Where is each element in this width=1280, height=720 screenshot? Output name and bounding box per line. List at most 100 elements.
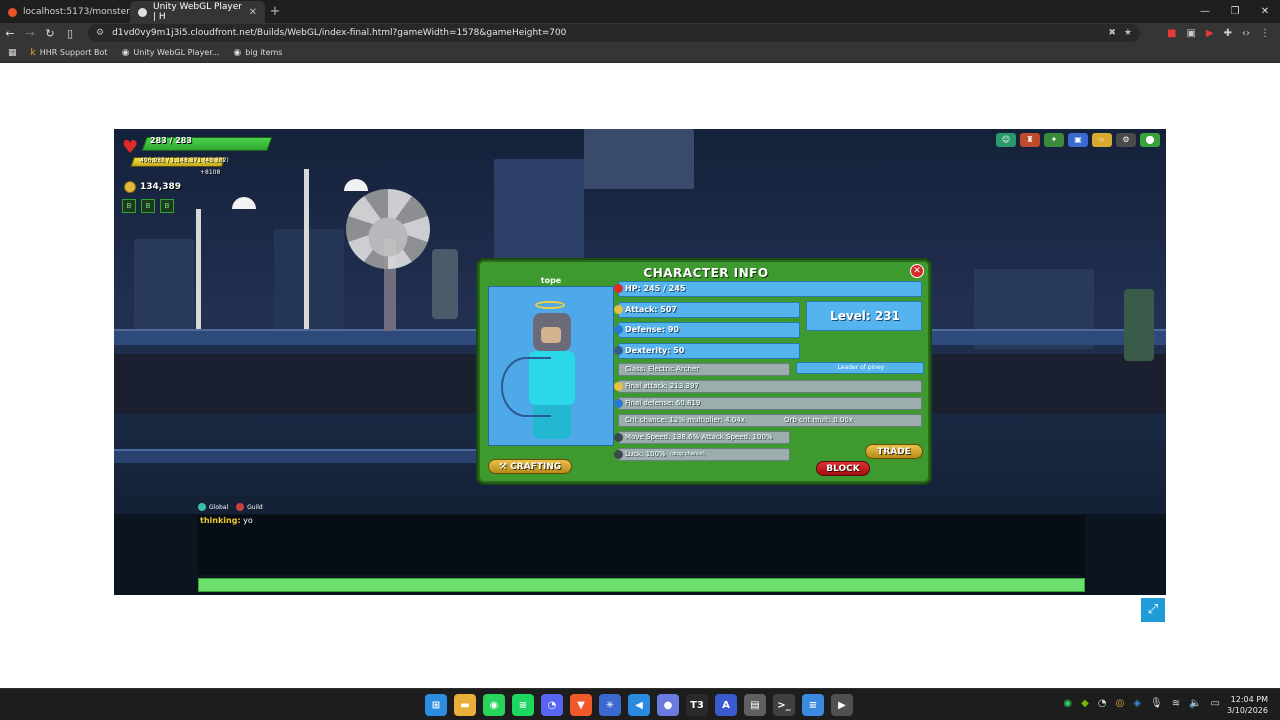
crafting-button[interactable]: ⚒ CRAFTING: [488, 459, 572, 474]
final-defense-text: Final defense: 60.819: [625, 399, 701, 407]
extension-icon[interactable]: ▣: [1186, 28, 1195, 39]
block-button[interactable]: BLOCK: [816, 461, 870, 476]
reload-icon[interactable]: ↻: [40, 27, 60, 40]
close-tab-icon[interactable]: ✕: [249, 7, 257, 18]
localhost-favicon-icon: [8, 7, 17, 17]
chat-tab-guild[interactable]: Guild: [236, 503, 263, 511]
gold-amount: 134,389: [140, 182, 181, 192]
level-text: Level: 231: [830, 309, 900, 323]
brave-icon[interactable]: ▼: [570, 694, 592, 716]
tab-monsters[interactable]: localhost:5173/monsters: [0, 1, 135, 23]
bookmark-star-icon[interactable]: ★: [1124, 28, 1132, 38]
chat-input[interactable]: [198, 578, 1085, 592]
address-bar[interactable]: ⚙ d1vd0vy9m1j3i5.cloudfront.net/Builds/W…: [88, 24, 1140, 42]
volume-icon[interactable]: 🔈: [1189, 698, 1201, 709]
luck-text: Luck: 100%: [625, 450, 666, 458]
tab-title: Unity WebGL Player | H: [153, 2, 242, 22]
bot-icon: k: [30, 47, 36, 58]
microphone-icon[interactable]: 🎙: [1150, 698, 1163, 709]
paint-icon[interactable]: ▤: [744, 694, 766, 716]
skills-icon[interactable]: ✦: [1044, 133, 1064, 147]
character-info-dialog: CHARACTER INFO ✕ tope HP: 245 / 245 Atta…: [478, 260, 930, 483]
bookmark-hhr-support-bot[interactable]: k HHR Support Bot: [31, 48, 108, 58]
close-window-icon[interactable]: ✕: [1250, 0, 1280, 23]
game-canvas[interactable]: ♥ 283 / 283 496,933 / 1,143,371 (43.382)…: [114, 129, 1166, 595]
security-icon[interactable]: ◈: [1133, 698, 1141, 709]
level-box: Level: 231: [806, 301, 922, 331]
battery-icon[interactable]: ▭: [1211, 698, 1220, 709]
fullscreen-button[interactable]: ⤢: [1141, 598, 1165, 622]
spotify-icon[interactable]: ≋: [512, 694, 534, 716]
whatsapp-icon[interactable]: ◉: [483, 694, 505, 716]
street-lamp-head: [344, 179, 368, 191]
extension-icon[interactable]: ▶: [1206, 28, 1214, 39]
tab-unity-webgl[interactable]: Unity WebGL Player | H ✕: [130, 1, 265, 23]
site-info-icon[interactable]: ⚙: [96, 28, 104, 38]
map-pin-icon[interactable]: ⬤: [1140, 133, 1160, 147]
buff-slot[interactable]: B: [122, 199, 136, 213]
vscode-icon[interactable]: ◀: [628, 694, 650, 716]
characters-icon[interactable]: ♜: [1020, 133, 1040, 147]
ticket-icon[interactable]: ▭: [1092, 133, 1112, 147]
media-muted-icon[interactable]: ✖: [1108, 28, 1116, 38]
gold-coin-icon: [124, 181, 136, 193]
media-icon[interactable]: ▶: [831, 694, 853, 716]
character-name: tope: [540, 276, 562, 285]
devtools-icon[interactable]: ‹›: [1242, 28, 1250, 39]
heart-icon: [614, 284, 623, 293]
browser-tab-bar: localhost:5173/monsters Unity WebGL Play…: [0, 0, 1280, 23]
attack-stat: Attack: 507: [625, 305, 677, 314]
chat-tab-label: Global: [209, 503, 229, 511]
boot-icon: [614, 433, 623, 442]
extensions-puzzle-icon[interactable]: ✚: [1224, 28, 1232, 39]
terminal-icon[interactable]: >_: [773, 694, 795, 716]
clock-time: 12:04 PM: [1230, 695, 1268, 704]
bookmark-big-items[interactable]: ◉ big items: [233, 48, 282, 58]
restore-icon[interactable]: ❐: [1220, 0, 1250, 23]
clock[interactable]: 12:04 PM 3/10/2026: [1227, 694, 1268, 716]
whatsapp-tray-icon[interactable]: ◉: [1063, 698, 1072, 709]
discord-tray-icon[interactable]: ◔: [1098, 698, 1107, 709]
discord-icon[interactable]: ◔: [541, 694, 563, 716]
buff-slot[interactable]: B: [160, 199, 174, 213]
menu-icon[interactable]: ⋮: [1260, 28, 1270, 39]
folder-icon[interactable]: ▬: [454, 694, 476, 716]
chrome-tray-icon[interactable]: ◎: [1116, 698, 1125, 709]
chat-icon[interactable]: ●: [657, 694, 679, 716]
new-tab-button[interactable]: +: [265, 1, 285, 23]
chat-tab-label: Guild: [247, 503, 263, 511]
font-icon[interactable]: A: [715, 694, 737, 716]
background-building: [134, 239, 194, 329]
settings-gear-icon[interactable]: ⚙: [1116, 133, 1136, 147]
chat-tab-global[interactable]: Global: [198, 503, 228, 511]
app-icon[interactable]: ✳: [599, 694, 621, 716]
sword-icon: [614, 382, 623, 391]
crit-text: Crit chance: 12% multiplier: 4.04x: [625, 416, 745, 424]
extension-icon[interactable]: ■: [1167, 28, 1176, 39]
dexterity-stat: Dexterity: 50: [625, 346, 685, 355]
defense-stat: Defense: 90: [625, 325, 679, 334]
sidebar-toggle-icon[interactable]: ▯: [60, 27, 80, 40]
trade-button[interactable]: TRADE: [865, 444, 923, 459]
street-lamp-head: [232, 197, 256, 209]
npc-robot[interactable]: [1124, 289, 1154, 361]
minimize-icon[interactable]: —: [1190, 0, 1220, 23]
inventory-icon[interactable]: ▣: [1068, 133, 1088, 147]
friends-icon[interactable]: ☺: [996, 133, 1016, 147]
nvidia-icon[interactable]: ◆: [1081, 698, 1089, 709]
t3-icon[interactable]: T3: [686, 694, 708, 716]
windows-taskbar: ⊞ ▬ ◉ ≋ ◔ ▼ ✳ ◀ ● T3 A ▤ >_ ≡ ▶ ◉ ◆ ◔ ◎ ◈ 🎙 ≋ 🔈 ▭ 12:0…: [0, 688, 1280, 720]
windows-icon[interactable]: ⊞: [425, 694, 447, 716]
notepad-icon[interactable]: ≡: [802, 694, 824, 716]
bookmark-unity-webgl[interactable]: ◉ Unity WebGL Player...: [122, 48, 220, 58]
guild-box[interactable]: Leader of piney: [796, 362, 924, 374]
npc-robot[interactable]: [432, 249, 458, 319]
close-dialog-button[interactable]: ✕: [910, 264, 924, 278]
forward-icon[interactable]: →: [20, 27, 40, 40]
background-building: [584, 129, 694, 189]
buff-slot[interactable]: B: [141, 199, 155, 213]
wifi-icon[interactable]: ≋: [1172, 698, 1180, 709]
back-icon[interactable]: ←: [0, 27, 20, 40]
class-text: Class: Electric Archer: [625, 365, 700, 373]
apps-grid-icon[interactable]: ▦: [8, 48, 17, 58]
